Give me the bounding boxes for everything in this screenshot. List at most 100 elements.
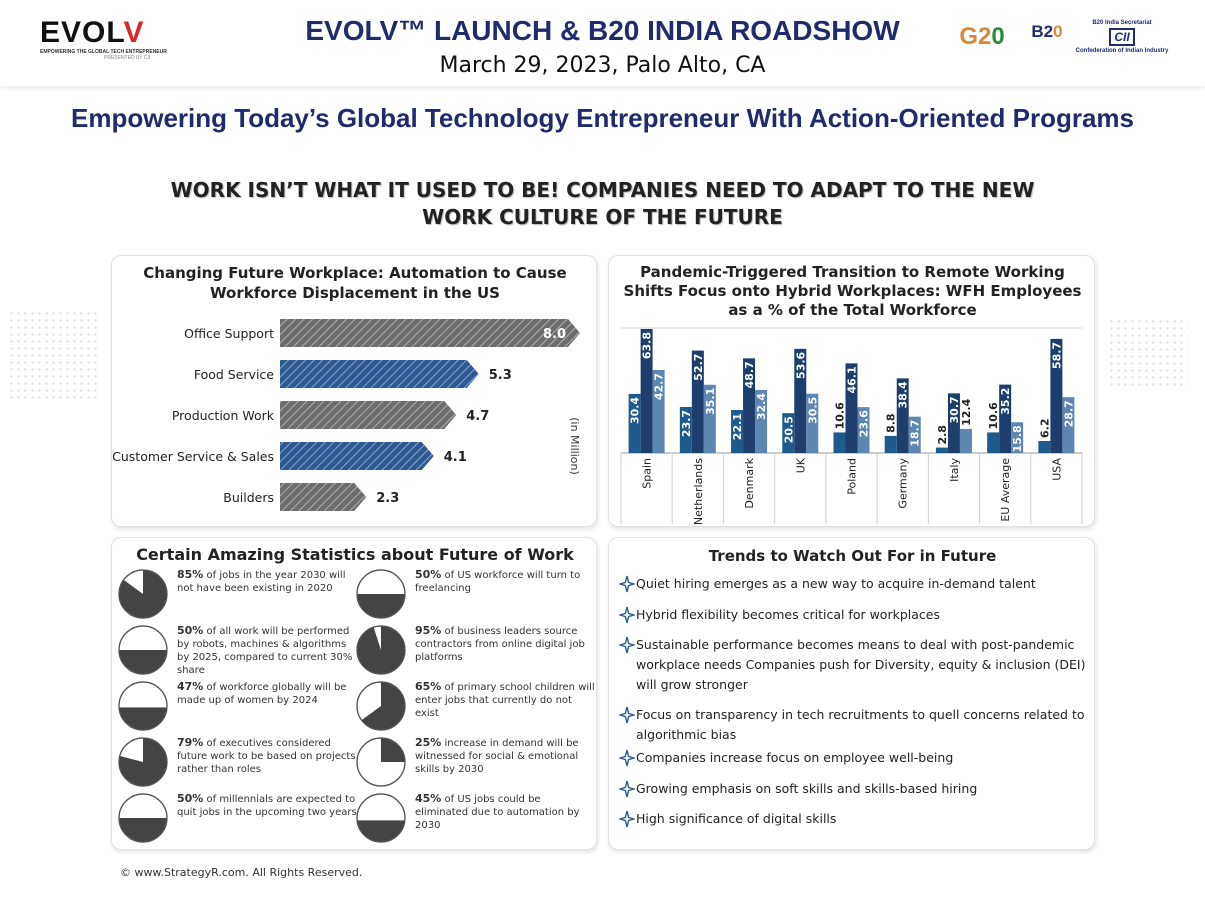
wfh-category-label: Germany (897, 458, 910, 509)
page-subtitle: Empowering Today’s Global Technology Ent… (71, 103, 1134, 133)
displacement-bar (280, 483, 367, 511)
wfh-bar (935, 447, 948, 453)
wfh-category-label: UK (794, 457, 807, 473)
bar-category-label: Builders (223, 490, 274, 505)
wfh-bar-label: 30.5 (806, 397, 819, 424)
wfh-bar (987, 432, 1000, 453)
headline-line-2: WORK CULTURE OF THE FUTURE (422, 205, 783, 229)
evolv-logo: EVOLV EMPOWERING THE GLOBAL TECH ENTREPR… (40, 18, 170, 64)
displacement-bar (280, 319, 580, 347)
wfh-bar-label: 35.1 (704, 388, 717, 415)
unit-label: (in Million) (568, 417, 581, 475)
statistics-title: Certain Amazing Statistics about Future … (136, 545, 574, 564)
statistic-item: 45% of US jobs could be eliminated due t… (355, 792, 587, 846)
bar-value-label: 5.3 (489, 368, 512, 383)
bar-value-label: 2.3 (376, 491, 399, 506)
four-point-star-icon (619, 606, 635, 624)
statistic-percent: 25% (415, 736, 442, 749)
statistic-item: 50% of millennials are expected to quit … (117, 792, 357, 846)
trend-item: Focus on transparency in tech recruitmen… (619, 705, 1089, 745)
four-point-star-icon (619, 749, 635, 767)
wfh-category-label: Italy (948, 458, 961, 482)
wfh-bar-chart: 30.4 63.8 42.7 Spain 23.7 52.7 35.1 Netherlands… (620, 327, 1083, 525)
statistic-item: 50% of US workforce will turn to freelan… (355, 568, 587, 622)
stat-pie-icon (118, 793, 168, 843)
statistic-percent: 65% (415, 680, 442, 693)
bar-value-label: 4.1 (444, 450, 467, 465)
wfh-category-label: Netherlands (692, 458, 705, 525)
wfh-bar-label: 38.4 (897, 381, 910, 408)
stat-fill-level (357, 594, 405, 618)
trend-text: Hybrid flexibility becomes critical for … (636, 607, 940, 622)
statistic-text: 85% of jobs in the year 2030 will not ha… (177, 568, 346, 594)
bar-category-label: Office Support (184, 326, 274, 341)
stat-pie-icon (118, 569, 168, 619)
four-point-star-icon (619, 636, 635, 654)
wfh-bar-label: 23.6 (858, 410, 871, 437)
event-date: March 29, 2023, Palo Alto, CA (439, 53, 766, 78)
wfh-bar-label: 58.7 (1050, 342, 1063, 369)
wfh-category-label: Spain (641, 458, 654, 489)
wfh-category-label: Denmark (743, 457, 756, 508)
wfh-bar (959, 428, 972, 453)
statistic-text: 79% of executives considered future work… (177, 736, 356, 775)
wfh-bar-label: 18.7 (909, 420, 922, 447)
wfh-bar-label: 42.7 (653, 373, 666, 400)
trend-text: Growing emphasis on soft skills and skil… (636, 781, 978, 796)
wfh-bar-label: 6.2 (1038, 418, 1051, 438)
trend-item: High significance of digital skills (619, 809, 1089, 829)
wfh-bar-label: 46.1 (846, 366, 859, 393)
copyright-notice: © www.StrategyR.com. All Rights Reserved… (120, 866, 363, 879)
four-point-star-icon (619, 706, 635, 724)
wfh-category-label: Poland (846, 458, 859, 495)
stat-pie-icon (356, 793, 406, 843)
trend-text: Sustainable performance becomes means to… (636, 637, 1086, 692)
displacement-chart-panel: Changing Future Workplace: Automation to… (111, 255, 597, 527)
trends-panel: Trends to Watch Out For in Future Quiet … (608, 537, 1095, 850)
wfh-bar-label: 12.4 (960, 398, 973, 425)
four-point-star-icon (619, 780, 635, 798)
stat-fill-level (357, 820, 405, 842)
statistic-text: 25% increase in demand will be witnessed… (415, 736, 579, 775)
wfh-bar-label: 30.4 (629, 397, 642, 424)
trend-item: Quiet hiring emerges as a new way to acq… (619, 574, 1089, 594)
wfh-category-label: USA (1050, 458, 1063, 481)
wfh-bar-label: 10.6 (834, 402, 847, 429)
statistic-percent: 79% (177, 736, 204, 749)
wfh-bar-label: 48.7 (743, 361, 756, 388)
trend-item: Hybrid flexibility becomes critical for … (619, 605, 1089, 625)
statistic-percent: 45% (415, 792, 442, 805)
cii-mark: CII (1109, 28, 1135, 46)
stat-fill-level (119, 818, 167, 842)
stat-pie-icon (356, 681, 406, 731)
wfh-bar-label: 63.8 (641, 332, 654, 359)
wfh-bar-label: 35.2 (999, 388, 1012, 415)
displacement-bar (280, 360, 479, 388)
displacement-bar-chart: Office Support 8.0 Food Service 5.3 Producti… (112, 319, 581, 511)
stat-pie-icon (118, 681, 168, 731)
statistic-text: 65% of primary school children will ente… (415, 680, 595, 719)
statistics-panel: Certain Amazing Statistics about Future … (111, 537, 597, 850)
displacement-bar (280, 401, 457, 429)
wfh-bar-label: 53.6 (794, 351, 807, 378)
trends-title: Trends to Watch Out For in Future (708, 547, 997, 565)
statistic-item: 95% of business leaders source contracto… (355, 624, 587, 678)
trend-text: Quiet hiring emerges as a new way to acq… (636, 576, 1036, 591)
decorative-dots (8, 310, 98, 400)
stat-pie-icon (118, 625, 168, 675)
statistic-text: 45% of US jobs could be eliminated due t… (415, 792, 580, 831)
wfh-chart-panel: Pandemic-Triggered Transition to Remote … (608, 255, 1095, 527)
wfh-bar (833, 432, 846, 453)
stat-pie-icon (356, 569, 406, 619)
stat-pie-icon (118, 737, 168, 787)
statistic-percent: 50% (415, 568, 442, 581)
wfh-bar-label: 20.5 (782, 416, 795, 443)
headline-line-1: WORK ISN’T WHAT IT USED TO BE! COMPANIES… (170, 178, 1035, 202)
statistic-item: 65% of primary school children will ente… (355, 680, 595, 734)
wfh-bar-label: 2.8 (936, 425, 949, 445)
stat-fill-level (119, 707, 167, 730)
statistic-percent: 95% (415, 624, 442, 637)
four-point-star-icon (619, 575, 635, 593)
statistic-item: 79% of executives considered future work… (117, 736, 356, 790)
statistic-percent: 50% (177, 792, 204, 805)
